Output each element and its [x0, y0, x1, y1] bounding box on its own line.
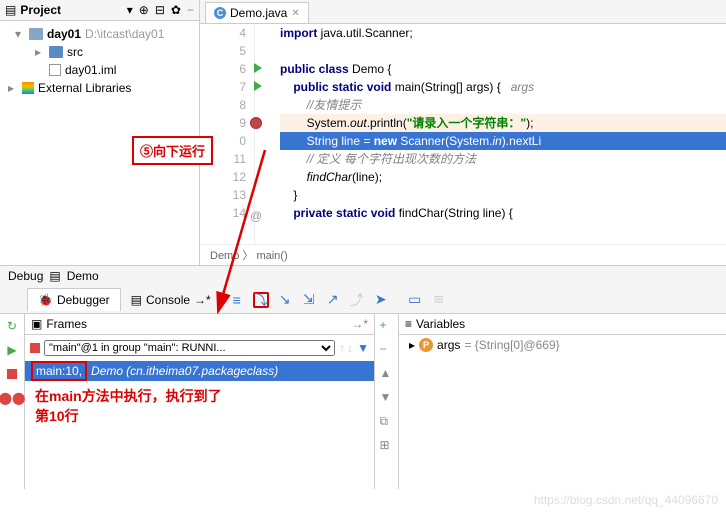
hide-icon[interactable]: −: [187, 3, 194, 17]
add-watch-icon[interactable]: +: [380, 318, 394, 332]
iml-icon: [49, 64, 61, 76]
root-label: day01: [47, 27, 81, 41]
src-folder-icon: [49, 46, 63, 58]
thread-selector-row: "main"@1 in group "main": RUNNI... ↑ ↓ ▼: [28, 338, 371, 358]
tree-iml[interactable]: day01.iml: [0, 61, 199, 79]
collapse-icon[interactable]: ⊕: [139, 3, 149, 17]
module-icon: [29, 28, 43, 40]
code-lines[interactable]: import java.util.Scanner; public class D…: [255, 24, 726, 244]
step-over-icon[interactable]: ⤵: [253, 292, 269, 308]
libraries-icon: [22, 82, 34, 94]
tree-libs[interactable]: ▸ External Libraries: [0, 79, 199, 97]
code-editor[interactable]: 4 5 6 7 8 9 0 11 12 13 14@ import java.u…: [200, 24, 726, 244]
stop-icon[interactable]: [4, 366, 20, 382]
vars-header: ≡ Variables: [399, 314, 726, 335]
project-tree: ▾ day01 D:\itcast\day01 ▸ src day01.iml …: [0, 21, 199, 101]
prev-frame-icon[interactable]: ↑: [339, 341, 345, 355]
debug-header: Debug ▤ Demo: [0, 266, 726, 286]
step-out-icon[interactable]: ↗: [325, 292, 341, 308]
param-badge-icon: P: [419, 338, 433, 352]
force-step-into-icon[interactable]: ⇲: [301, 292, 317, 308]
project-tool-window: ▤ Project ▾ ⊕ ⊟ ✿ − ▾ day01 D:\itcast\da…: [0, 0, 200, 265]
debug-tabs-row: 🐞 Debugger ▤ Console →* ≡ ⤵ ↘ ⇲ ↗ ⤴ ➤ ▭ …: [0, 286, 726, 314]
debug-side-toolbar: ↻ ▶ ⬤⬤: [0, 314, 25, 489]
copy-icon[interactable]: ⧉: [380, 414, 394, 428]
pin-icon: →*: [194, 293, 211, 307]
view-breakpoints-icon[interactable]: ⬤⬤: [4, 390, 20, 406]
variable-row[interactable]: ▸ P args = {String[0]@669}: [399, 335, 726, 355]
editor-area: C Demo.java ✕ 4 5 6 7 8 9 0 11 12 13 14@…: [200, 0, 726, 265]
run-to-cursor-icon[interactable]: ➤: [373, 292, 389, 308]
tree-src[interactable]: ▸ src: [0, 43, 199, 61]
java-class-icon: C: [214, 7, 226, 19]
chevron-right-icon[interactable]: ▸: [35, 45, 45, 59]
gutter: 4 5 6 7 8 9 0 11 12 13 14@: [200, 24, 255, 244]
close-icon[interactable]: ✕: [291, 8, 299, 19]
step-into-icon[interactable]: ↘: [277, 292, 293, 308]
thread-selector[interactable]: "main"@1 in group "main": RUNNI...: [44, 340, 335, 356]
show-exec-point-icon[interactable]: ≡: [229, 292, 245, 308]
watermark: https://blog.csdn.net/qq_44096670: [534, 493, 718, 507]
remove-watch-icon[interactable]: −: [380, 342, 394, 356]
next-frame-icon[interactable]: ↓: [347, 341, 353, 355]
breadcrumb[interactable]: Demo 〉 main(): [200, 244, 726, 265]
drop-frame-icon: ⤴: [349, 292, 365, 308]
stack-frame-row[interactable]: main:10,Demo (cn.itheima07.packageclass): [25, 361, 374, 381]
src-label: src: [67, 45, 83, 59]
run-gutter-icon[interactable]: [254, 81, 262, 91]
chevron-right-icon[interactable]: ▸: [8, 81, 18, 95]
tab-console[interactable]: ▤ Console →*: [121, 289, 221, 311]
rerun-icon[interactable]: ↻: [4, 318, 20, 334]
editor-tabs: C Demo.java ✕: [200, 0, 726, 24]
minimize-icon[interactable]: →*: [351, 317, 368, 331]
breakpoint-icon[interactable]: [250, 117, 262, 129]
var-value: = {String[0]@669}: [464, 338, 559, 352]
project-title: Project: [20, 3, 61, 17]
debugger-icon: 🐞: [38, 293, 53, 307]
console-icon: ▤: [131, 293, 142, 307]
filter-icon[interactable]: ▼: [357, 341, 369, 355]
expand-icon[interactable]: ▸: [409, 338, 415, 352]
annotation-callout-2: 在main方法中执行，执行到了第10行: [25, 381, 374, 432]
iml-label: day01.iml: [65, 63, 116, 77]
up-icon[interactable]: ▲: [380, 366, 394, 380]
trace-icon: ≋: [431, 292, 447, 308]
annotation-callout-1: ⑤向下运行: [132, 136, 213, 165]
scroll-icon[interactable]: ⊟: [155, 3, 165, 17]
chevron-down-icon[interactable]: ▾: [15, 27, 25, 41]
debug-tool-window: Debug ▤ Demo 🐞 Debugger ▤ Console →* ≡ ⤵…: [0, 265, 726, 489]
libs-label: External Libraries: [38, 81, 131, 95]
frame-location: main:10,: [31, 361, 87, 381]
toggle-icon[interactable]: ⊞: [380, 438, 394, 452]
project-header: ▤ Project ▾ ⊕ ⊟ ✿ −: [0, 0, 199, 21]
down-icon[interactable]: ▼: [380, 390, 394, 404]
dropdown-icon[interactable]: ▾: [127, 3, 133, 17]
tab-label: Demo.java: [230, 6, 287, 20]
root-path: D:\itcast\day01: [85, 27, 164, 41]
frames-icon: ▣: [31, 317, 42, 331]
var-name: args: [437, 338, 460, 352]
frames-panel: ▣ Frames →* "main"@1 in group "main": RU…: [25, 314, 375, 489]
variables-panel: + − ▲ ▼ ⧉ ⊞ ≡ Variables ▸ P args = {Stri…: [375, 314, 726, 489]
run-gutter-icon[interactable]: [254, 63, 262, 73]
resume-icon[interactable]: ▶: [4, 342, 20, 358]
thread-status-icon: [30, 343, 40, 353]
debug-target-icon: ▤: [49, 269, 60, 283]
debug-target: Demo: [67, 269, 99, 283]
frames-header: ▣ Frames →*: [25, 314, 374, 335]
tab-debugger[interactable]: 🐞 Debugger: [27, 288, 121, 311]
override-icon[interactable]: @: [250, 207, 262, 219]
project-icon: ▤: [5, 3, 16, 17]
evaluate-icon[interactable]: ▭: [407, 292, 423, 308]
debug-label: Debug: [8, 269, 43, 283]
tree-root[interactable]: ▾ day01 D:\itcast\day01: [0, 25, 199, 43]
vars-icon: ≡: [405, 317, 412, 331]
vars-side-toolbar: + − ▲ ▼ ⧉ ⊞: [375, 314, 399, 489]
gear-icon[interactable]: ✿: [171, 3, 181, 17]
editor-tab-demo[interactable]: C Demo.java ✕: [205, 2, 309, 23]
